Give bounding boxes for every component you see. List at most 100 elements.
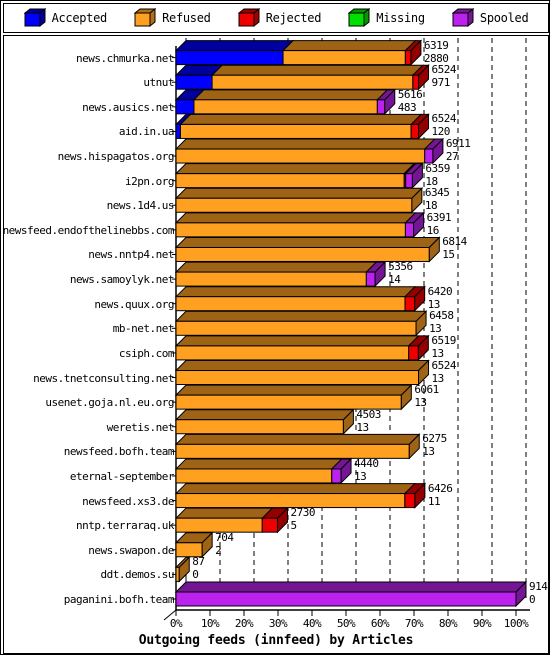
- bar-front-face: [175, 271, 367, 287]
- bar-top-face: [174, 433, 421, 445]
- bar-front-face: [175, 74, 213, 90]
- bar-front-face: [404, 493, 416, 509]
- bar-front-face: [175, 50, 284, 66]
- bar-front-face: [282, 50, 406, 66]
- bar-total-label: 6426: [427, 481, 453, 495]
- bar-total-label: 4440: [354, 456, 379, 470]
- bar-front-face: [175, 173, 405, 189]
- bar-front-face: [175, 320, 417, 336]
- bar-front-face: [175, 591, 517, 607]
- x-tick-label: 10%: [200, 617, 220, 630]
- bar-secondary-label: 18: [424, 199, 438, 213]
- bar-secondary-label: 13: [414, 396, 427, 410]
- x-tick-label: 90%: [472, 617, 492, 630]
- chart-container: Accepted Refused Rejected Missing Spooled ne…: [0, 0, 550, 655]
- bar-top-face: [174, 458, 343, 470]
- bar-secondary-label: 5: [290, 519, 297, 533]
- bar-front-face: [404, 222, 415, 238]
- bar-top-face: [210, 64, 425, 76]
- bar-row: [174, 137, 445, 165]
- bar-total-label: 6359: [425, 161, 450, 175]
- plot-svg: [163, 38, 530, 621]
- bar-top-face: [174, 483, 417, 495]
- legend-item-accepted: Accepted: [23, 8, 108, 28]
- bar-front-face: [179, 123, 412, 139]
- bar-total-label: 6814: [442, 235, 467, 249]
- x-tick-label: 60%: [370, 617, 390, 630]
- bar-secondary-label: 14: [388, 273, 401, 287]
- bar-top-face: [174, 163, 416, 175]
- cube-icon: [451, 8, 474, 28]
- x-tick-label: 70%: [404, 617, 424, 630]
- bar-top-face: [174, 310, 428, 322]
- legend-item-spooled: Spooled: [451, 8, 529, 28]
- bar-secondary-label: 16: [426, 223, 440, 237]
- bar-total-label: 6519: [431, 333, 456, 347]
- bar-front-face: [175, 468, 333, 484]
- x-tick-label: 30%: [268, 617, 288, 630]
- legend-item-rejected: Rejected: [237, 8, 321, 28]
- legend-label: Missing: [376, 11, 425, 25]
- bar-front-face: [175, 370, 420, 386]
- bar-front-face: [175, 419, 344, 435]
- bar-secondary-label: 2: [215, 543, 222, 557]
- cube-icon: [237, 8, 260, 28]
- bar-row: [174, 211, 425, 239]
- bar-secondary-label: 483: [397, 100, 417, 114]
- bar-top-face: [174, 187, 424, 199]
- bar-row: [174, 506, 289, 534]
- bar-total-label: 6524: [431, 358, 457, 372]
- bar-total-label: 9146: [529, 580, 548, 593]
- bar-secondary-label: 13: [356, 420, 369, 434]
- bar-row: [174, 580, 528, 608]
- bar-top-face: [174, 236, 441, 248]
- bar-row: [174, 236, 441, 263]
- bar-row: [174, 482, 427, 509]
- bar-total-label: 5616: [397, 87, 423, 101]
- bar-front-face: [175, 197, 413, 213]
- bar-row: [174, 88, 396, 116]
- bar-front-face: [331, 468, 342, 484]
- bar-secondary-label: 0: [529, 593, 536, 606]
- bar-row: [174, 334, 430, 362]
- cube-icon: [348, 8, 371, 28]
- bar-front-face: [424, 148, 434, 164]
- bar-total-label: 6275: [422, 432, 447, 446]
- bar-secondary-label: 11: [427, 494, 441, 508]
- bar-total-label: 6061: [414, 383, 439, 397]
- bar-row: [174, 260, 387, 288]
- chart-legend: Accepted Refused Rejected Missing Spooled: [3, 3, 549, 33]
- bar-total-label: 6911: [445, 137, 471, 151]
- bar-front-face: [410, 123, 420, 139]
- bar-row: [174, 383, 413, 411]
- bar-total-label: 704: [215, 530, 234, 544]
- bar-secondary-label: 971: [431, 76, 451, 90]
- bar-row: [174, 39, 423, 66]
- x-tick-label: 20%: [234, 617, 254, 630]
- bar-top-face: [174, 40, 295, 52]
- legend-label: Refused: [162, 11, 211, 25]
- bar-row: [174, 433, 421, 460]
- bar-total-label: 5356: [388, 260, 413, 274]
- bar-total-label: 87: [192, 555, 205, 569]
- bar-total-label: 6458: [429, 309, 454, 323]
- legend-item-refused: Refused: [134, 8, 211, 28]
- x-tick-label: 100%: [503, 617, 529, 630]
- bar-secondary-label: 13: [422, 445, 435, 459]
- bar-top-face: [174, 409, 355, 421]
- x-tick-label: 0%: [169, 617, 183, 630]
- bar-front-face: [404, 50, 412, 66]
- legend-label: Accepted: [51, 11, 108, 25]
- bar-secondary-label: 2880: [423, 51, 449, 65]
- bar-front-face: [211, 74, 414, 90]
- bar-secondary-label: 13: [354, 469, 367, 483]
- x-tick-label: 80%: [438, 617, 458, 630]
- bar-total-label: 6391: [426, 210, 452, 224]
- x-tick-label: 50%: [336, 617, 356, 630]
- bar-row: [174, 310, 428, 337]
- bar-total-label: 6319: [423, 38, 449, 52]
- bar-front-face: [376, 99, 386, 115]
- bar-secondary-label: 15: [442, 248, 455, 262]
- bar-front-face: [175, 148, 426, 164]
- bar-front-face: [405, 173, 413, 189]
